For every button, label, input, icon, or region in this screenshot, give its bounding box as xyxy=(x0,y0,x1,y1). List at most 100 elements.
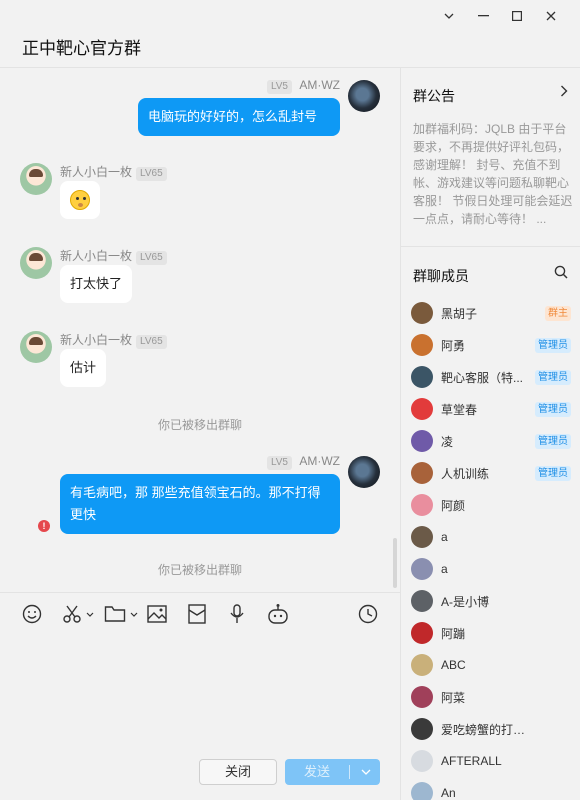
emoji-icon[interactable] xyxy=(22,603,42,625)
level-badge: LV5 xyxy=(266,80,292,94)
members-title: 群聊成员 xyxy=(413,268,469,284)
message-input[interactable] xyxy=(0,632,400,752)
member-name: 黑胡子 xyxy=(441,306,478,321)
member-item[interactable]: A-是小博 xyxy=(411,589,571,613)
member-name: a xyxy=(441,530,448,544)
divider xyxy=(349,765,350,779)
member-item[interactable]: An xyxy=(411,781,571,800)
search-icon[interactable] xyxy=(554,265,568,284)
member-item[interactable]: 靶心客服（特... 管理员 xyxy=(411,365,571,389)
member-avatar[interactable] xyxy=(411,590,433,612)
history-icon[interactable] xyxy=(358,603,378,625)
level-badge: LV5 xyxy=(266,456,292,470)
message-bubble[interactable]: 电脑玩的好好的，怎么乱封号 xyxy=(138,98,340,136)
send-label: 发送 xyxy=(303,764,330,779)
level-badge: LV65 xyxy=(136,167,167,181)
sender-name: AM·WZ xyxy=(299,454,340,468)
member-avatar[interactable] xyxy=(411,654,433,676)
member-name: 凌 xyxy=(441,434,454,449)
member-avatar[interactable] xyxy=(411,430,433,452)
member-avatar[interactable] xyxy=(411,366,433,388)
member-avatar[interactable] xyxy=(411,782,433,800)
message-bubble[interactable]: 打太快了 xyxy=(60,265,133,303)
member-item[interactable]: 凌 管理员 xyxy=(411,429,571,453)
member-avatar[interactable] xyxy=(411,750,433,772)
minimize-button[interactable] xyxy=(466,6,500,26)
chat-title: 正中靶心官方群 xyxy=(22,39,141,58)
member-avatar[interactable] xyxy=(411,686,433,708)
member-item[interactable]: ABC xyxy=(411,653,571,677)
announcement-text[interactable]: 加群福利码：JQLB 由于平台要求，不再提供好评礼包码，感谢理解！ 封号、充值不… xyxy=(413,120,573,228)
level-badge: LV65 xyxy=(136,251,167,265)
message-bubble[interactable]: 估计 xyxy=(60,349,107,387)
member-avatar[interactable] xyxy=(411,558,433,580)
member-item[interactable]: 人机训练 管理员 xyxy=(411,461,571,485)
scissors-icon[interactable] xyxy=(62,603,94,625)
close-button[interactable] xyxy=(534,6,568,26)
avatar[interactable] xyxy=(348,80,380,112)
member-avatar[interactable] xyxy=(411,398,433,420)
member-item[interactable]: 阿勇 管理员 xyxy=(411,333,571,357)
member-item[interactable]: a xyxy=(411,525,571,549)
system-notice: 你已被移出群聊 xyxy=(157,418,242,432)
redpacket-icon[interactable] xyxy=(188,603,206,625)
send-button[interactable]: 发送 xyxy=(285,759,380,785)
sender-name: 新人小白一枚 xyxy=(60,333,133,347)
mic-icon[interactable] xyxy=(229,603,245,625)
message-bubble[interactable]: 有毛病吧，那 那些充值领宝石的。那不打得更快 xyxy=(60,474,340,534)
avatar[interactable] xyxy=(20,163,52,195)
image-icon[interactable] xyxy=(147,603,167,625)
maximize-button[interactable] xyxy=(500,6,534,26)
avatar[interactable] xyxy=(20,331,52,363)
scrollbar[interactable] xyxy=(393,538,397,588)
member-item[interactable]: 阿颜 xyxy=(411,493,571,517)
member-role-badge: 管理员 xyxy=(535,369,571,385)
member-name: An xyxy=(441,786,456,800)
robot-icon[interactable] xyxy=(267,603,289,625)
member-role-badge: 群主 xyxy=(545,305,571,321)
member-avatar[interactable] xyxy=(411,334,433,356)
chevron-right-icon[interactable] xyxy=(560,84,568,102)
member-item[interactable]: 草堂春 管理员 xyxy=(411,397,571,421)
avatar[interactable] xyxy=(20,247,52,279)
input-toolbar xyxy=(0,592,400,632)
member-item[interactable]: AFTERALL xyxy=(411,749,571,773)
member-item[interactable]: 黑胡子 群主 xyxy=(411,301,571,325)
send-options-chevron-icon[interactable] xyxy=(351,759,380,785)
member-name: 阿菜 xyxy=(441,690,466,705)
member-avatar[interactable] xyxy=(411,302,433,324)
message-bubble[interactable] xyxy=(60,181,100,219)
system-notice: 你已被移出群聊 xyxy=(157,563,242,577)
member-name: 草堂春 xyxy=(441,402,478,417)
message-list[interactable]: LV5 AM·WZ 电脑玩的好好的，怎么乱封号 新人小白一枚 LV65 新人小白一… xyxy=(0,67,400,592)
close-chat-button[interactable]: 关闭 xyxy=(199,759,277,785)
member-item[interactable]: 爱吃螃蟹的打工人 xyxy=(411,717,571,741)
member-item[interactable]: 阿菜 xyxy=(411,685,571,709)
surprised-emoji-icon xyxy=(70,190,90,210)
member-name: a xyxy=(441,562,448,576)
avatar[interactable] xyxy=(348,456,380,488)
folder-icon[interactable] xyxy=(104,603,138,625)
member-avatar[interactable] xyxy=(411,526,433,548)
member-item[interactable]: 阿蹦 xyxy=(411,621,571,645)
sender-name: AM·WZ xyxy=(299,78,340,92)
member-role-badge: 管理员 xyxy=(535,433,571,449)
member-name: 靶心客服（特... xyxy=(441,370,524,385)
chevron-down-icon xyxy=(130,612,138,617)
member-avatar[interactable] xyxy=(411,622,433,644)
member-name: 阿蹦 xyxy=(441,626,466,641)
member-avatar[interactable] xyxy=(411,494,433,516)
level-badge: LV65 xyxy=(136,335,167,349)
announcement-title[interactable]: 群公告 xyxy=(413,86,455,106)
message-sender: 新人小白一枚 LV65 xyxy=(60,247,167,265)
member-avatar[interactable] xyxy=(411,718,433,740)
member-name: 阿颜 xyxy=(441,498,466,513)
member-name: 阿勇 xyxy=(441,338,466,353)
send-failed-icon[interactable]: ! xyxy=(38,520,50,532)
message-sender: LV5 AM·WZ xyxy=(263,454,340,470)
member-item[interactable]: a xyxy=(411,557,571,581)
member-avatar[interactable] xyxy=(411,462,433,484)
member-name: ABC xyxy=(441,658,466,672)
chevron-down-icon[interactable] xyxy=(432,6,466,26)
message-sender: LV5 AM·WZ xyxy=(263,78,340,94)
